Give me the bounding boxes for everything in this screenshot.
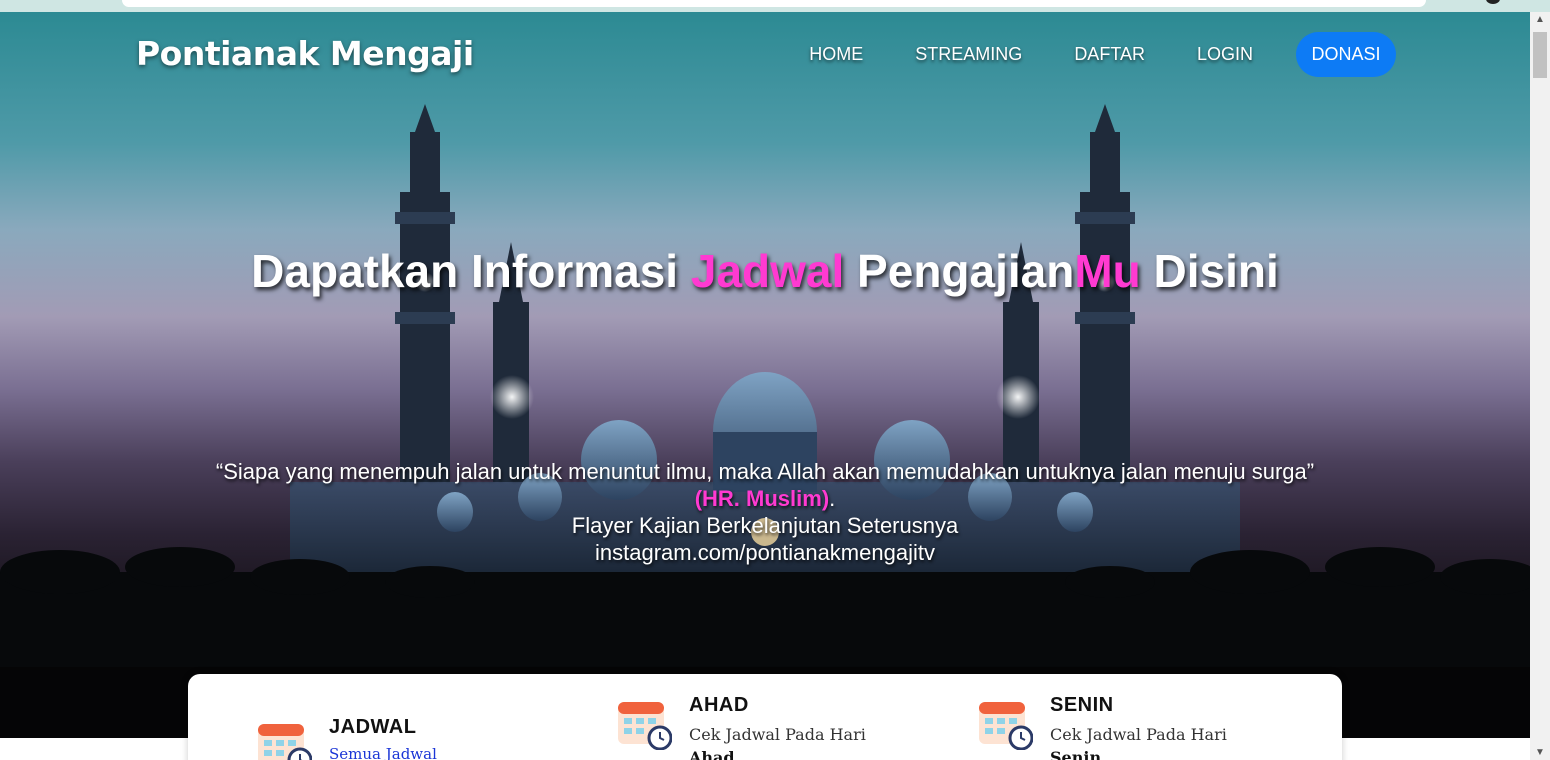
nav-home[interactable]: HOME (809, 44, 863, 65)
headline-accent: Mu (1074, 245, 1141, 297)
calendar-icon (258, 724, 312, 760)
scroll-up-icon[interactable]: ▲ (1530, 14, 1550, 25)
schedule-title: SENIN (1050, 694, 1114, 716)
donate-button[interactable]: DONASI (1296, 32, 1396, 77)
schedule-title: JADWAL (329, 716, 417, 738)
schedule-item-senin[interactable]: SENIN Cek Jadwal Pada Hari Senin (977, 694, 1227, 760)
nav-streaming[interactable]: STREAMING (915, 44, 1022, 65)
nav-login[interactable]: LOGIN (1197, 44, 1253, 65)
schedule-subtitle: Cek Jadwal Pada Hari Senin (1050, 723, 1227, 760)
headline-text: Dapatkan Informasi (251, 245, 691, 297)
all-schedules-link[interactable]: Semua Jadwal (329, 745, 437, 760)
schedule-subtitle-text: Cek Jadwal Pada Hari (1050, 725, 1227, 744)
schedule-title: AHAD (689, 694, 749, 716)
schedule-subtitle: Cek Jadwal Pada Hari Ahad (689, 723, 866, 760)
site-logo[interactable]: Pontianak Mengaji (136, 34, 474, 73)
schedule-day: Senin (1050, 748, 1102, 760)
quote-text: “Siapa yang menempuh jalan untuk menuntu… (215, 459, 1315, 484)
mosque-background-image (0, 104, 1530, 738)
browser-chrome (0, 0, 1550, 12)
scrollbar-thumb[interactable] (1533, 32, 1547, 78)
main-nav: HOME STREAMING DAFTAR LOGIN DONASI (757, 32, 1396, 77)
quote-source-suffix: . (829, 486, 836, 511)
headline-text: Pengajian (844, 245, 1075, 297)
instagram-link[interactable]: instagram.com/pontianakmengajitv (0, 539, 1530, 566)
headline-text: Disini (1140, 245, 1279, 297)
schedule-panel: JADWAL Semua Jadwal AHAD Cek Jadwal Pada… (188, 674, 1342, 760)
nav-daftar[interactable]: DAFTAR (1074, 44, 1145, 65)
headline-accent: Jadwal (690, 245, 845, 297)
schedule-item-jadwal[interactable]: JADWAL Semua Jadwal (256, 716, 437, 760)
schedule-item-ahad[interactable]: AHAD Cek Jadwal Pada Hari Ahad (616, 694, 866, 760)
scroll-down-icon[interactable]: ▼ (1530, 747, 1550, 758)
calendar-icon (618, 702, 672, 750)
quote-source: (HR. Muslim) (694, 486, 830, 511)
schedule-subtitle-text: Cek Jadwal Pada Hari (689, 725, 866, 744)
schedule-day: Ahad (689, 748, 735, 760)
vertical-scrollbar[interactable]: ▲ ▼ (1530, 12, 1550, 760)
calendar-icon (979, 702, 1033, 750)
hadith-quote: “Siapa yang menempuh jalan untuk menuntu… (0, 458, 1530, 566)
hero-section: Pontianak Mengaji HOME STREAMING DAFTAR … (0, 12, 1530, 738)
hero-headline: Dapatkan Informasi Jadwal PengajianMu Di… (0, 244, 1530, 298)
profile-icon[interactable] (1486, 0, 1500, 4)
address-bar[interactable] (122, 0, 1426, 7)
flyer-text: Flayer Kajian Berkelanjutan Seterusnya (571, 513, 959, 538)
